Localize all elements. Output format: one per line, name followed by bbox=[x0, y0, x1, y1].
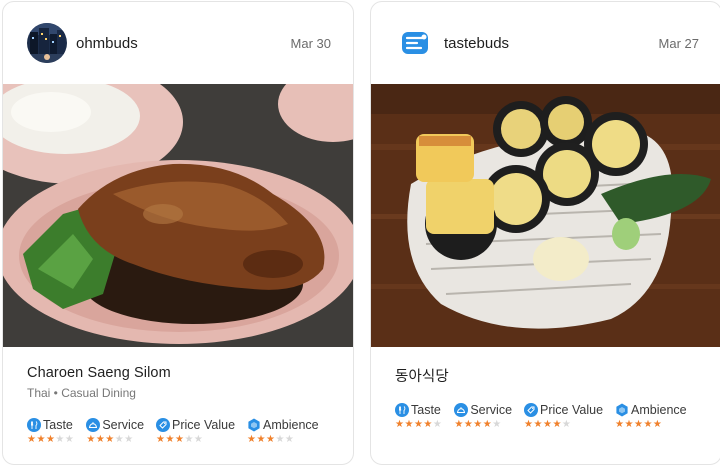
rating-label: Ambience bbox=[263, 418, 319, 432]
post-date: Mar 27 bbox=[658, 35, 699, 51]
star-rating: ★★★★★ bbox=[395, 419, 442, 431]
post-header: ohmbuds Mar 30 bbox=[3, 2, 353, 84]
star-rating: ★★★★★ bbox=[156, 434, 235, 446]
rating-label: Taste bbox=[43, 418, 73, 432]
restaurant-name[interactable]: Charoen Saeng Silom bbox=[27, 365, 329, 381]
star-filled-icon: ★ bbox=[473, 419, 483, 430]
star-filled-icon: ★ bbox=[482, 419, 493, 430]
star-filled-icon: ★ bbox=[156, 434, 166, 445]
star-empty-icon: ★ bbox=[124, 434, 134, 445]
food-photo[interactable] bbox=[371, 84, 720, 347]
star-filled-icon: ★ bbox=[165, 434, 175, 445]
star-filled-icon: ★ bbox=[404, 419, 414, 430]
star-filled-icon: ★ bbox=[552, 419, 562, 430]
star-rating: ★★★★★ bbox=[27, 434, 74, 446]
rating-label: Ambience bbox=[631, 403, 687, 417]
star-empty-icon: ★ bbox=[284, 434, 295, 445]
star-filled-icon: ★ bbox=[615, 419, 625, 430]
star-filled-icon: ★ bbox=[45, 434, 56, 445]
star-empty-icon: ★ bbox=[193, 434, 204, 445]
star-filled-icon: ★ bbox=[524, 419, 534, 430]
star-filled-icon: ★ bbox=[463, 419, 474, 430]
star-filled-icon: ★ bbox=[533, 419, 543, 430]
star-filled-icon: ★ bbox=[652, 419, 663, 430]
star-filled-icon: ★ bbox=[247, 434, 257, 445]
utensils-icon bbox=[395, 403, 409, 417]
utensils-icon bbox=[27, 418, 41, 432]
star-filled-icon: ★ bbox=[423, 419, 433, 430]
star-filled-icon: ★ bbox=[95, 434, 106, 445]
star-empty-icon: ★ bbox=[114, 434, 125, 445]
star-rating: ★★★★★ bbox=[454, 419, 512, 431]
restaurant-subtitle: Thai • Casual Dining bbox=[27, 386, 136, 400]
avatar[interactable] bbox=[27, 23, 67, 63]
hexagon-icon bbox=[616, 403, 628, 417]
star-filled-icon: ★ bbox=[454, 419, 464, 430]
rating-label: Service bbox=[470, 403, 513, 417]
star-empty-icon: ★ bbox=[432, 419, 443, 430]
post-card[interactable]: ohmbuds Mar 30 Charoen Saeng Silom Thai … bbox=[2, 1, 354, 465]
rating-service: Service ★★★★★ bbox=[86, 418, 144, 446]
rating-taste: Taste ★★★★★ bbox=[27, 418, 74, 446]
star-rating: ★★★★★ bbox=[86, 434, 144, 446]
price-tag-icon bbox=[524, 403, 539, 417]
star-filled-icon: ★ bbox=[413, 419, 424, 430]
star-rating: ★★★★★ bbox=[247, 434, 319, 446]
star-filled-icon: ★ bbox=[643, 419, 653, 430]
post-header: tastebuds Mar 27 bbox=[371, 2, 720, 84]
rating-taste: Taste ★★★★★ bbox=[395, 403, 442, 431]
rating-label: Price Value bbox=[172, 418, 236, 432]
star-empty-icon: ★ bbox=[184, 434, 194, 445]
rating-price-value: Price Value ★★★★★ bbox=[524, 403, 603, 431]
star-empty-icon: ★ bbox=[561, 419, 572, 430]
username[interactable]: ohmbuds bbox=[76, 35, 291, 52]
food-photo[interactable] bbox=[3, 84, 353, 347]
rating-label: Service bbox=[102, 418, 145, 432]
rating-label: Price Value bbox=[540, 403, 604, 417]
rating-service: Service ★★★★★ bbox=[454, 403, 512, 431]
star-rating: ★★★★★ bbox=[615, 419, 687, 431]
cloche-icon bbox=[86, 418, 101, 432]
post-card[interactable]: tastebuds Mar 27 동아식당 Taste ★★★★★ Servic… bbox=[370, 1, 720, 465]
star-filled-icon: ★ bbox=[36, 434, 46, 445]
rating-label: Taste bbox=[411, 403, 441, 417]
restaurant-name[interactable]: 동아식당 bbox=[395, 365, 697, 386]
star-filled-icon: ★ bbox=[86, 434, 96, 445]
price-tag-icon bbox=[156, 418, 171, 432]
ratings-row: Taste ★★★★★ Service ★★★★★ Price Value ★★… bbox=[395, 403, 697, 431]
star-filled-icon: ★ bbox=[256, 434, 266, 445]
cloche-icon bbox=[454, 403, 469, 417]
star-empty-icon: ★ bbox=[492, 419, 502, 430]
star-filled-icon: ★ bbox=[624, 419, 634, 430]
star-empty-icon: ★ bbox=[55, 434, 65, 445]
ratings-row: Taste ★★★★★ Service ★★★★★ Price Value ★★… bbox=[27, 418, 329, 446]
hexagon-icon bbox=[248, 418, 260, 432]
rating-ambience: Ambience ★★★★★ bbox=[247, 418, 319, 446]
username[interactable]: tastebuds bbox=[444, 35, 659, 52]
rating-ambience: Ambience ★★★★★ bbox=[615, 403, 687, 431]
post-feed: ohmbuds Mar 30 Charoen Saeng Silom Thai … bbox=[0, 0, 720, 468]
post-date: Mar 30 bbox=[290, 35, 331, 51]
star-rating: ★★★★★ bbox=[524, 419, 603, 431]
star-empty-icon: ★ bbox=[64, 434, 75, 445]
star-empty-icon: ★ bbox=[275, 434, 285, 445]
avatar[interactable] bbox=[395, 23, 435, 63]
star-filled-icon: ★ bbox=[105, 434, 115, 445]
rating-price-value: Price Value ★★★★★ bbox=[156, 418, 235, 446]
